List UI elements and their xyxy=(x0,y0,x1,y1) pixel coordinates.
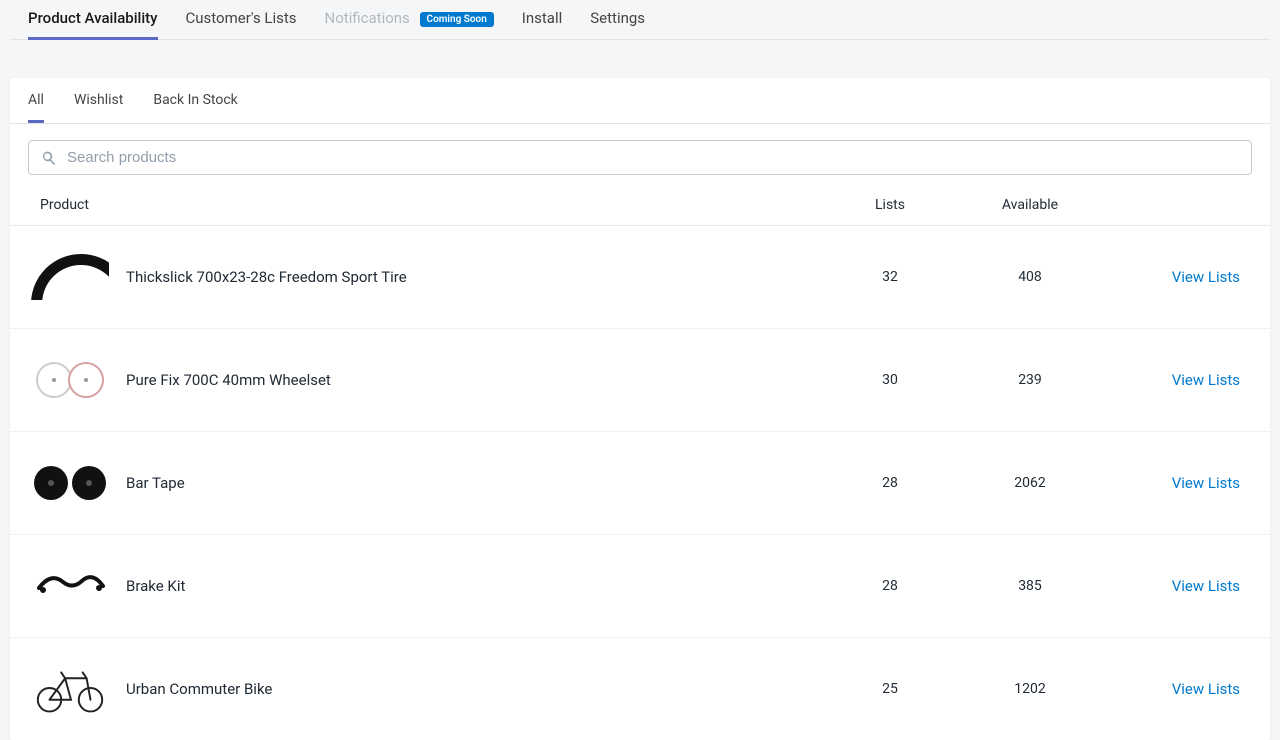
col-header-lists: Lists xyxy=(830,197,950,213)
product-lists-count: 28 xyxy=(830,475,950,491)
product-available-count: 1202 xyxy=(950,681,1110,697)
sub-tabs: All Wishlist Back In Stock xyxy=(10,78,1270,124)
product-lists-count: 32 xyxy=(830,269,950,285)
search-input[interactable] xyxy=(67,149,1239,166)
table-row: Brake Kit 28 385 View Lists xyxy=(10,535,1270,638)
coming-soon-badge: Coming Soon xyxy=(420,12,494,27)
product-thumb-wheelset-icon xyxy=(30,349,110,411)
product-thumb-bartape-icon xyxy=(30,452,110,514)
col-header-product: Product xyxy=(30,197,830,213)
view-lists-link[interactable]: View Lists xyxy=(1172,474,1240,492)
product-thumb-brakekit-icon xyxy=(30,555,110,617)
product-lists-count: 25 xyxy=(830,681,950,697)
product-name: Bar Tape xyxy=(126,474,185,492)
search-field[interactable] xyxy=(28,140,1252,175)
top-nav: Product Availability Customer's Lists No… xyxy=(10,0,1270,40)
table-header: Product Lists Available xyxy=(10,185,1270,226)
view-lists-link[interactable]: View Lists xyxy=(1172,680,1240,698)
product-available-count: 239 xyxy=(950,372,1110,388)
product-name: Thickslick 700x23-28c Freedom Sport Tire xyxy=(126,268,407,286)
view-lists-link[interactable]: View Lists xyxy=(1172,577,1240,595)
tab-all[interactable]: All xyxy=(28,78,44,123)
product-name: Brake Kit xyxy=(126,577,185,595)
nav-install[interactable]: Install xyxy=(522,0,562,40)
search-icon xyxy=(41,150,57,166)
product-name: Pure Fix 700C 40mm Wheelset xyxy=(126,371,331,389)
table-row: Pure Fix 700C 40mm Wheelset 30 239 View … xyxy=(10,329,1270,432)
product-name: Urban Commuter Bike xyxy=(126,680,272,698)
tab-wishlist[interactable]: Wishlist xyxy=(74,78,123,123)
table-row: Urban Commuter Bike 25 1202 View Lists xyxy=(10,638,1270,740)
nav-notifications: Notifications Coming Soon xyxy=(325,0,494,40)
nav-notifications-label: Notifications xyxy=(325,9,410,27)
product-available-count: 408 xyxy=(950,269,1110,285)
product-card: All Wishlist Back In Stock Product Lists… xyxy=(10,78,1270,740)
product-lists-count: 28 xyxy=(830,578,950,594)
nav-settings[interactable]: Settings xyxy=(590,0,645,40)
product-available-count: 2062 xyxy=(950,475,1110,491)
product-thumb-tire-icon xyxy=(30,246,110,308)
product-lists-count: 30 xyxy=(830,372,950,388)
col-header-available: Available xyxy=(950,197,1110,213)
view-lists-link[interactable]: View Lists xyxy=(1172,371,1240,389)
nav-customers-lists[interactable]: Customer's Lists xyxy=(186,0,297,40)
table-row: Bar Tape 28 2062 View Lists xyxy=(10,432,1270,535)
table-row: Thickslick 700x23-28c Freedom Sport Tire… xyxy=(10,226,1270,329)
product-available-count: 385 xyxy=(950,578,1110,594)
tab-back-in-stock[interactable]: Back In Stock xyxy=(153,78,237,123)
product-thumb-bike-icon xyxy=(30,658,110,720)
nav-product-availability[interactable]: Product Availability xyxy=(28,0,158,40)
view-lists-link[interactable]: View Lists xyxy=(1172,268,1240,286)
